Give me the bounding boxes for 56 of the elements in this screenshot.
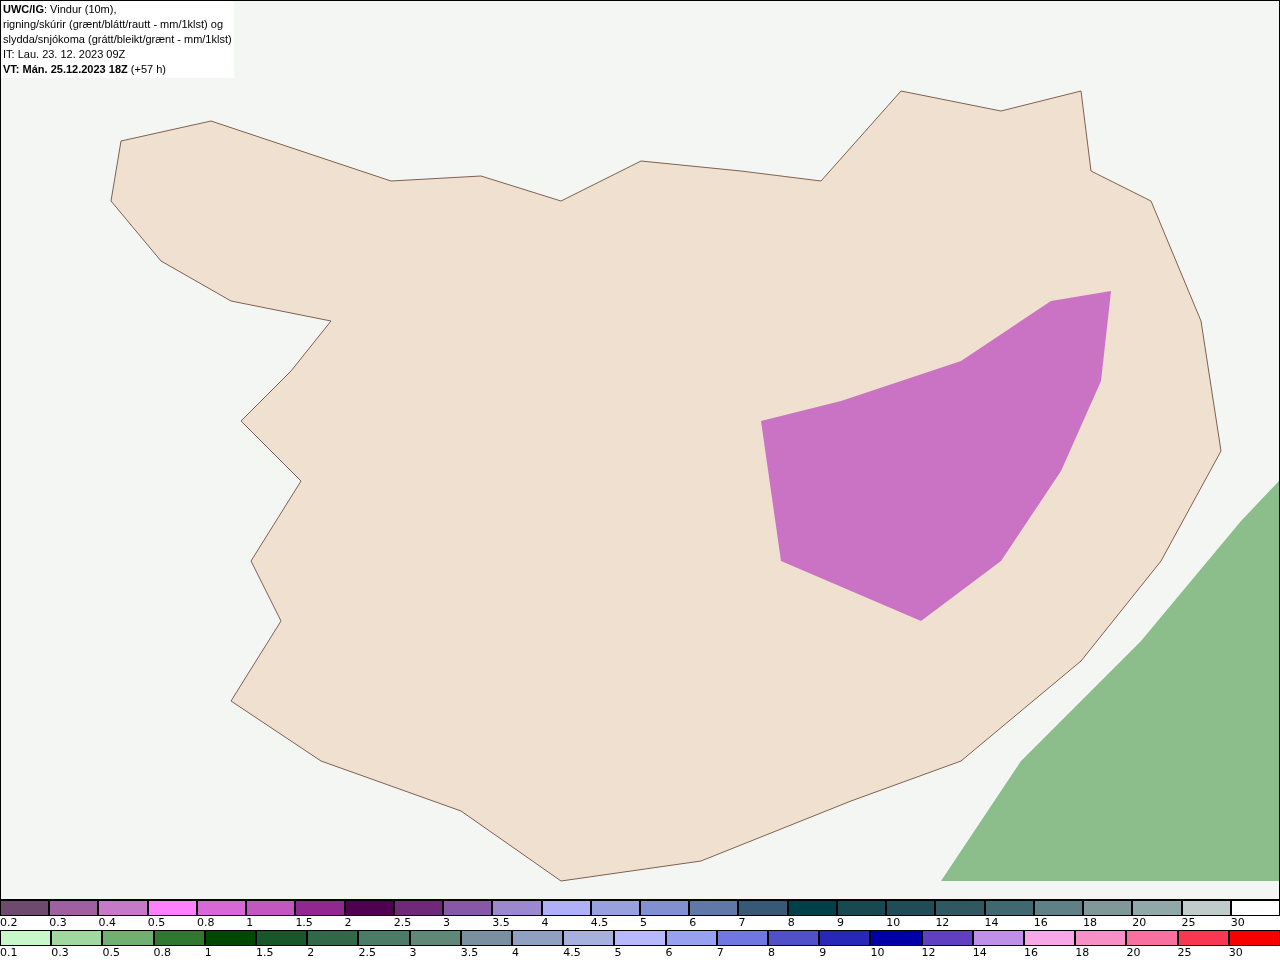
legend-label: 3.5 <box>460 946 479 959</box>
legend-label: 7 <box>738 916 746 929</box>
legend-label: 3 <box>443 916 451 929</box>
info-text: rigning/skúrir (grænt/blátt/rautt - mm/1klst) og <box>3 17 224 32</box>
legend-label: 9 <box>819 946 827 959</box>
legend-label: 0.5 <box>147 916 166 929</box>
legend-label: 14 <box>972 946 987 959</box>
legend-label: 30 <box>1228 946 1243 959</box>
legend-label: 12 <box>935 916 950 929</box>
legend-label: 10 <box>870 946 885 959</box>
legend-label: 4.5 <box>563 946 581 959</box>
legend-label: 25 <box>1177 946 1192 959</box>
legend-label: 20 <box>1126 946 1141 959</box>
legend-label: 5 <box>614 946 622 959</box>
legend-label: 18 <box>1075 946 1090 959</box>
legend-label: 1.5 <box>256 946 274 959</box>
legend-label: 1 <box>246 916 254 929</box>
legend-label: 1 <box>204 946 212 959</box>
legend-label: 12 <box>921 946 936 959</box>
legend-label: 1.5 <box>295 916 313 929</box>
legend-label: 2.5 <box>358 946 376 959</box>
legend-label: 0.8 <box>196 916 215 929</box>
legend-label: 8 <box>768 946 775 959</box>
legend-label: 2 <box>344 916 352 929</box>
legend-label: 0.5 <box>102 946 120 959</box>
legend-label: 18 <box>1083 916 1098 929</box>
legend-label: 0.3 <box>51 946 69 959</box>
legend-label: 2 <box>307 946 315 959</box>
legend-label: 3.5 <box>492 916 510 929</box>
info-text: VT: Mán. 25.12.2023 18Z (+57 h) <box>3 62 166 77</box>
legend-label: 20 <box>1132 916 1147 929</box>
legend-label: 25 <box>1181 916 1196 929</box>
legend-label: 5 <box>640 916 647 929</box>
legend-label: 0.4 <box>98 916 116 929</box>
info-text: slydda/snjókoma (grátt/bleikt/grænt - mm/1klst) <box>3 32 232 47</box>
legend-label: 10 <box>886 916 901 929</box>
legend-label: 4 <box>512 946 519 959</box>
legend-label: 2.5 <box>393 916 412 929</box>
legend-label: 16 <box>1024 946 1038 959</box>
info-text: UWC/IG: Vindur (10m), <box>3 2 117 17</box>
legend-label: 0.8 <box>153 946 172 959</box>
legend-label: 8 <box>787 916 795 929</box>
legend-label: 7 <box>716 946 724 959</box>
legend-label: 0.2 <box>0 916 18 929</box>
info-text: IT: Lau. 23. 12. 2023 09Z <box>3 47 126 62</box>
legend-label: 4 <box>541 916 549 929</box>
legend-label: 0.1 <box>0 946 18 959</box>
legend-label: 6 <box>689 916 697 929</box>
legend-label: 4.5 <box>590 916 609 929</box>
legend-label: 9 <box>836 916 844 929</box>
legend-label: 14 <box>984 916 999 929</box>
legend-label: 16 <box>1033 916 1048 929</box>
legend-label: 30 <box>1230 916 1245 929</box>
legend-label: 0.3 <box>49 916 67 929</box>
legend-label: 6 <box>665 946 673 959</box>
legend-label: 3 <box>409 946 417 959</box>
